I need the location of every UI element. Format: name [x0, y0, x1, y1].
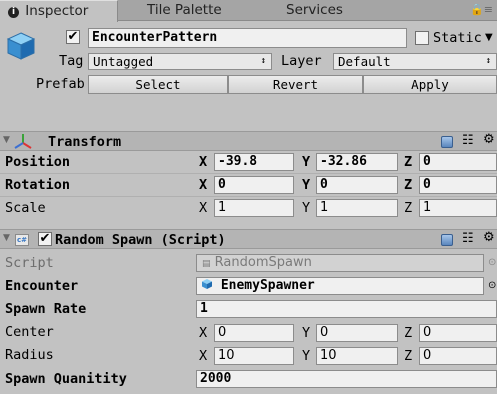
- dropdown-arrow-icon: ↕: [260, 56, 266, 66]
- rotation-label: Rotation: [5, 177, 71, 193]
- script-file-icon: ▤: [202, 259, 211, 269]
- transform-header[interactable]: ▼ Transform ☷ ⚙: [0, 131, 497, 151]
- center-z-input[interactable]: 0: [419, 324, 497, 342]
- axis-z-label[interactable]: Z: [404, 199, 417, 217]
- position-label: Position: [5, 154, 71, 170]
- static-checkbox[interactable]: [415, 31, 429, 45]
- preset-icon[interactable]: ☷: [462, 231, 474, 246]
- radius-z-input[interactable]: 0: [419, 347, 497, 365]
- active-checkbox[interactable]: ✔: [66, 30, 80, 44]
- position-y-input[interactable]: -32.86: [316, 153, 398, 171]
- center-label: Center: [5, 324, 54, 340]
- spawn-rate-label: Spawn Rate: [5, 301, 87, 317]
- axis-y-label[interactable]: Y: [302, 324, 315, 342]
- tab-label: Inspector: [25, 3, 89, 19]
- scale-label: Scale: [5, 200, 46, 216]
- gear-icon[interactable]: ⚙: [483, 132, 495, 147]
- tab-label: Tile Palette: [147, 2, 222, 18]
- rotation-x-input[interactable]: 0: [214, 176, 294, 194]
- menu-icon[interactable]: ≡: [484, 3, 493, 16]
- transform-icon: [14, 133, 32, 155]
- axis-y-label[interactable]: Y: [302, 176, 315, 194]
- tab-menu-icon[interactable]: 🔒≡: [470, 3, 493, 16]
- axis-x-label[interactable]: X: [199, 153, 212, 171]
- radius-y-input[interactable]: 10: [316, 347, 398, 365]
- axis-z-label[interactable]: Z: [404, 324, 417, 342]
- tag-value: Untagged: [93, 54, 154, 69]
- center-x-input[interactable]: 0: [214, 324, 294, 342]
- row-divider: [0, 173, 497, 174]
- radius-x-input[interactable]: 10: [214, 347, 294, 365]
- help-book-icon[interactable]: [441, 234, 453, 246]
- spawn-rate-input[interactable]: 1: [196, 300, 497, 318]
- random-spawn-title: Random Spawn (Script): [55, 232, 226, 248]
- center-y-input[interactable]: 0: [316, 324, 398, 342]
- csharp-script-icon: c#: [15, 234, 29, 246]
- prefab-cube-icon: [202, 279, 212, 289]
- script-value: RandomSpawn: [214, 255, 312, 270]
- axis-z-label[interactable]: Z: [404, 176, 417, 194]
- spawn-quantity-label: Spawn Quanitity: [5, 371, 127, 387]
- scale-y-input[interactable]: 1: [316, 199, 398, 217]
- static-dropdown-arrow-icon[interactable]: ▼: [485, 29, 493, 47]
- axis-x-label[interactable]: X: [199, 176, 212, 194]
- lock-icon[interactable]: 🔒: [470, 3, 484, 16]
- rotation-y-input[interactable]: 0: [316, 176, 398, 194]
- position-x-input[interactable]: -39.8: [214, 153, 294, 171]
- axis-x-label[interactable]: X: [199, 347, 212, 365]
- random-spawn-header[interactable]: ▼ c# ✔ Random Spawn (Script) ☷ ⚙: [0, 229, 497, 249]
- help-book-icon[interactable]: [441, 136, 453, 148]
- scale-z-input[interactable]: 1: [419, 199, 497, 217]
- tab-tile-palette[interactable]: Tile Palette: [139, 0, 259, 21]
- tab-label: Services: [286, 2, 343, 18]
- prefab-revert-button[interactable]: Revert: [228, 75, 363, 94]
- radius-label: Radius: [5, 347, 54, 363]
- object-picker-icon: ⊙: [488, 257, 497, 268]
- tag-dropdown[interactable]: Untagged ↕: [88, 53, 272, 70]
- foldout-arrow-icon[interactable]: ▼: [3, 233, 10, 243]
- encounter-value: EnemySpawner: [220, 278, 315, 293]
- layer-value: Default: [338, 54, 391, 69]
- tag-label: Tag: [59, 53, 84, 69]
- rotation-z-input[interactable]: 0: [419, 176, 497, 194]
- script-field: ▤ RandomSpawn: [196, 254, 484, 272]
- prefab-select-button[interactable]: Select: [88, 75, 228, 94]
- position-z-input[interactable]: 0: [419, 153, 497, 171]
- layer-dropdown[interactable]: Default ↕: [333, 53, 497, 70]
- axis-y-label[interactable]: Y: [302, 347, 315, 365]
- layer-label: Layer: [281, 53, 322, 69]
- tab-bar: i Inspector Tile Palette Services 🔒≡: [0, 0, 497, 22]
- info-icon: i: [8, 7, 19, 18]
- object-picker-icon[interactable]: ⊙: [488, 277, 496, 295]
- spawn-quantity-input[interactable]: 2000: [196, 370, 497, 388]
- axis-z-label[interactable]: Z: [404, 347, 417, 365]
- axis-x-label[interactable]: X: [199, 199, 212, 217]
- gameobject-name-input[interactable]: EncounterPattern: [88, 28, 407, 48]
- prefab-label: Prefab: [36, 76, 85, 92]
- encounter-field[interactable]: EnemySpawner: [196, 277, 484, 295]
- prefab-apply-button[interactable]: Apply: [363, 75, 497, 94]
- preset-icon[interactable]: ☷: [462, 133, 474, 148]
- transform-title: Transform: [48, 134, 122, 150]
- gameobject-cube-icon: [6, 30, 36, 62]
- gear-icon[interactable]: ⚙: [483, 230, 495, 245]
- axis-z-label[interactable]: Z: [404, 153, 417, 171]
- encounter-label: Encounter: [5, 278, 79, 294]
- tab-services[interactable]: Services: [278, 0, 388, 21]
- static-label: Static: [433, 30, 482, 46]
- script-label: Script: [5, 255, 54, 271]
- axis-y-label[interactable]: Y: [302, 199, 315, 217]
- axis-x-label[interactable]: X: [199, 324, 212, 342]
- tab-inspector[interactable]: i Inspector: [0, 0, 118, 22]
- dropdown-arrow-icon: ↕: [485, 56, 491, 66]
- foldout-arrow-icon[interactable]: ▼: [3, 135, 10, 145]
- scale-x-input[interactable]: 1: [214, 199, 294, 217]
- axis-y-label[interactable]: Y: [302, 153, 315, 171]
- component-enabled-checkbox[interactable]: ✔: [38, 232, 52, 246]
- row-divider: [0, 196, 497, 197]
